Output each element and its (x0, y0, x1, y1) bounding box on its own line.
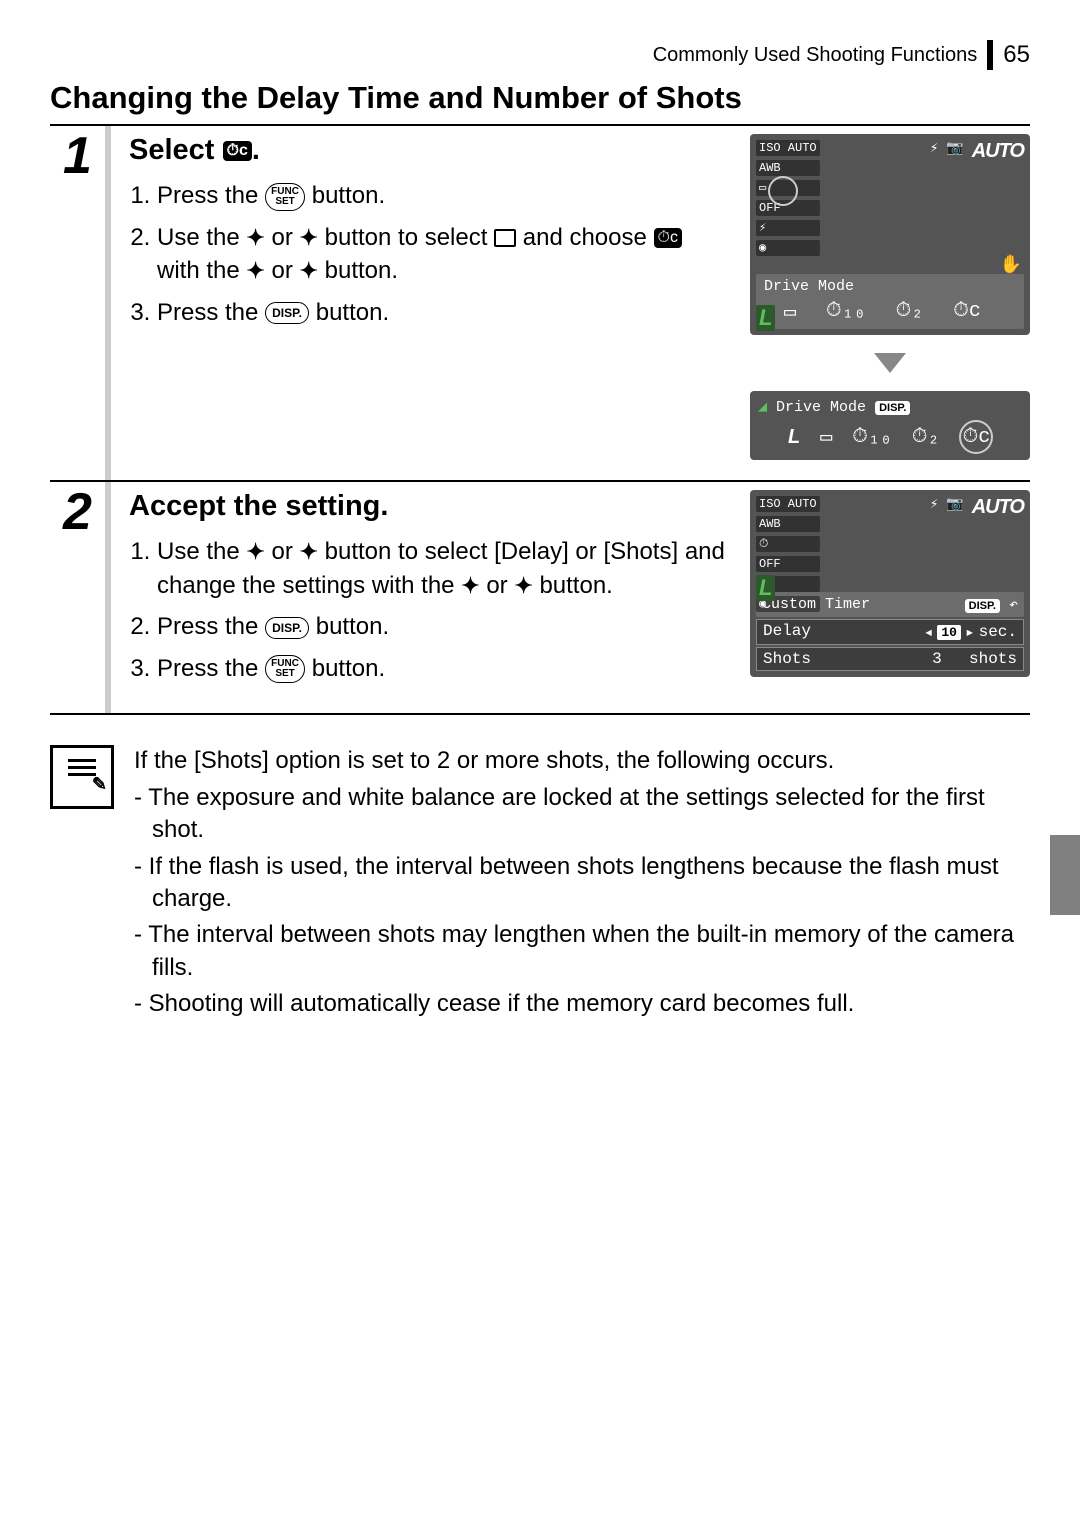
step-2: 2 Accept the setting. Use the ✦ or ✦ but… (50, 482, 1030, 715)
single-shot-icon (494, 229, 516, 247)
side-tab (1050, 835, 1080, 915)
timer-2-icon: ⏱₂ (896, 299, 924, 325)
camera-icon: 📷 (946, 496, 963, 519)
lcd-screenshots: ISO AUTO AWB ⏱ OFF ⚡ ◉ ⚡ 📷 AUTO L (750, 490, 1030, 693)
timer-10-icon: ⏱₁₀ (826, 299, 866, 325)
left-arrow-icon: ✦ (246, 258, 264, 283)
down-arrow-icon: ✦ (300, 225, 318, 250)
timer-2-icon: ⏱₂ (912, 425, 940, 449)
step-1: 1 Select ⏱c. Press the FUNCSET button. U… (50, 126, 1030, 482)
shots-setting-row: Shots 3 shots (756, 647, 1024, 671)
single-shot-icon: ▭ (820, 424, 832, 450)
instruction-item: Press the FUNCSET button. (157, 179, 730, 213)
flash-icon: ⚡ (930, 496, 938, 519)
lcd-drive-mode: ISO AUTO AWB ▭ OFF ⚡ ◉ ⚡ 📷 AUTO ✋ (750, 134, 1030, 335)
section-name: Commonly Used Shooting Functions (653, 44, 978, 67)
note-text: If the [Shots] option is set to 2 or mor… (134, 745, 1030, 1024)
note-bullet: Shooting will automatically cease if the… (134, 988, 1030, 1020)
right-arrow-icon: ✦ (300, 258, 318, 283)
lcd-screenshots: ISO AUTO AWB ▭ OFF ⚡ ◉ ⚡ 📷 AUTO ✋ (750, 134, 1030, 460)
timer-custom-icon: ⏱c (953, 299, 981, 325)
disp-button-icon: DISP. (265, 617, 309, 639)
custom-timer-icon: ⏱c (223, 141, 252, 161)
up-arrow-icon: ✦ (246, 225, 264, 250)
camera-icon: 📷 (946, 140, 963, 163)
disp-badge: DISP. (965, 599, 1000, 613)
left-arrow-icon: ✦ (461, 573, 479, 598)
lcd-right-icons: ⚡ 📷 AUTO (930, 496, 1024, 519)
lcd-right-icons: ⚡ 📷 AUTO (930, 140, 1024, 163)
note-bullet-list: The exposure and white balance are locke… (134, 782, 1030, 1021)
custom-timer-icon: ⏱c (654, 228, 682, 248)
auto-mode-label: AUTO (972, 140, 1024, 163)
delay-setting-row: Delay ◂10▸ sec. (756, 619, 1024, 645)
right-arrow-icon: ✦ (514, 573, 532, 598)
func-set-button-icon: FUNCSET (265, 183, 305, 211)
step-number: 2 (63, 486, 92, 538)
green-indicator: ◢ (758, 399, 767, 416)
disp-badge: DISP. (875, 401, 910, 415)
instruction-item: Use the ✦ or ✦ button to select and choo… (157, 221, 730, 288)
up-arrow-icon: ✦ (246, 539, 264, 564)
note-bullet: If the flash is used, the interval betwe… (134, 851, 1030, 916)
l-badge: L (788, 426, 800, 449)
down-triangle-icon (874, 353, 906, 373)
l-badge: L (756, 305, 775, 331)
step-heading: Accept the setting. (129, 490, 730, 523)
down-arrow-icon: ✦ (300, 539, 318, 564)
page-number: 65 (1003, 41, 1030, 69)
instruction-list: Use the ✦ or ✦ button to select [Delay] … (129, 535, 730, 685)
hand-icon: ✋ (1000, 254, 1022, 276)
note-intro: If the [Shots] option is set to 2 or mor… (134, 745, 1030, 777)
selection-circle (768, 176, 798, 206)
instruction-item: Press the DISP. button. (157, 296, 730, 330)
custom-timer-header: Custom Timer DISP. ↶ (756, 592, 1024, 617)
timer-custom-selected: ⏱c (959, 420, 993, 454)
instruction-list: Press the FUNCSET button. Use the ✦ or ✦… (129, 179, 730, 329)
note-icon: ✎ (50, 745, 114, 809)
disp-button-icon: DISP. (265, 302, 309, 324)
step-heading: Select ⏱c. (129, 134, 730, 167)
single-shot-icon: ▭ (784, 299, 796, 325)
step-number: 1 (63, 130, 92, 182)
lcd-custom-timer: ISO AUTO AWB ⏱ OFF ⚡ ◉ ⚡ 📷 AUTO L (750, 490, 1030, 677)
drive-mode-bar: Drive Mode ▭ ⏱₁₀ ⏱₂ ⏱c (756, 274, 1024, 329)
step-number-col: 1 (50, 126, 111, 480)
timer-10-icon: ⏱₁₀ (852, 425, 892, 449)
instruction-item: Press the DISP. button. (157, 610, 730, 644)
note-bullet: The exposure and white balance are locke… (134, 782, 1030, 847)
page-header: Commonly Used Shooting Functions 65 (50, 40, 1030, 70)
note-section: ✎ If the [Shots] option is set to 2 or m… (50, 745, 1030, 1024)
return-icon: ↶ (1009, 597, 1018, 614)
l-badge: L (756, 575, 775, 601)
auto-mode-label: AUTO (972, 496, 1024, 519)
instruction-item: Use the ✦ or ✦ button to select [Delay] … (157, 535, 730, 602)
page-title: Changing the Delay Time and Number of Sh… (50, 80, 1030, 116)
step-number-col: 2 (50, 482, 111, 713)
lcd-drive-mode-disp: ◢ Drive Mode DISP. L ▭ ⏱₁₀ ⏱₂ ⏱c (750, 391, 1030, 460)
instruction-item: Press the FUNCSET button. (157, 652, 730, 686)
flash-icon: ⚡ (930, 140, 938, 163)
func-set-button-icon: FUNCSET (265, 655, 305, 683)
note-bullet: The interval between shots may lengthen … (134, 919, 1030, 984)
header-divider (987, 40, 993, 70)
